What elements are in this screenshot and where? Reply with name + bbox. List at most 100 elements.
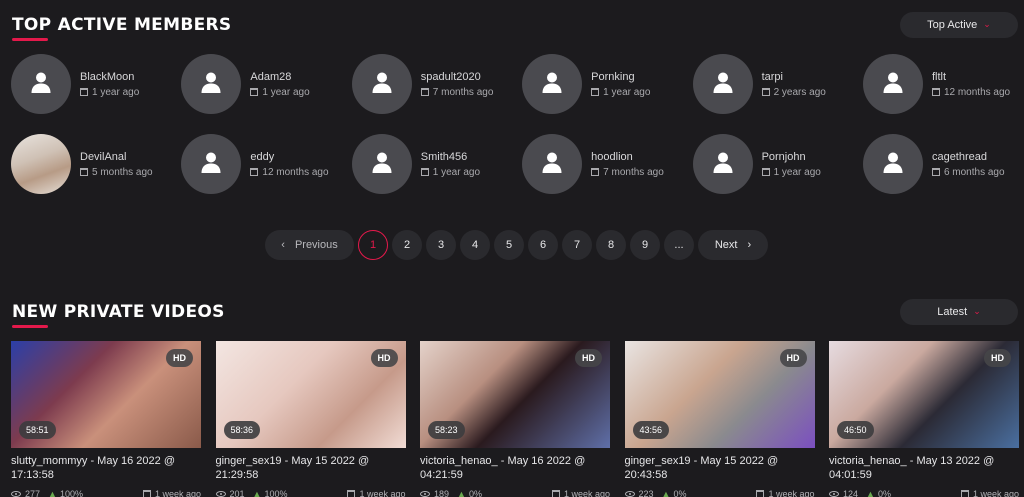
avatar[interactable] xyxy=(692,134,753,194)
avatar[interactable] xyxy=(862,54,923,114)
videos-sort-dropdown[interactable]: Latest ⌄ xyxy=(900,299,1018,325)
video-age: 1 week ago xyxy=(768,489,815,497)
page-button[interactable]: 1 xyxy=(358,230,388,260)
calendar-icon xyxy=(761,88,770,96)
thumbs-up-icon: ▲ xyxy=(866,489,875,497)
video-card[interactable]: HD 58:23 victoria_henao_ - May 16 2022 @ 0… xyxy=(420,341,610,497)
video-title[interactable]: victoria_henao_ - May 16 2022 @ 04:21:59 xyxy=(420,454,610,482)
member-card[interactable]: eddy 12 months ago xyxy=(181,134,351,194)
page-button[interactable]: 9 xyxy=(630,230,660,260)
member-time: 12 months ago xyxy=(262,166,329,178)
chevron-down-icon: ⌄ xyxy=(973,305,981,316)
page-button[interactable]: ... xyxy=(664,230,694,260)
video-thumbnail[interactable]: HD 43:56 xyxy=(624,341,815,448)
video-thumbnail[interactable]: HD 58:23 xyxy=(420,341,610,448)
member-card[interactable]: cagethread 6 months ago xyxy=(862,134,1024,194)
member-card[interactable]: hoodlion 7 months ago xyxy=(522,134,692,194)
member-name[interactable]: Smith456 xyxy=(421,151,480,163)
calendar-icon xyxy=(591,168,600,176)
avatar[interactable] xyxy=(351,54,412,114)
calendar-icon xyxy=(80,168,88,176)
page-button[interactable]: 3 xyxy=(426,230,456,260)
user-icon xyxy=(881,150,905,179)
video-title[interactable]: ginger_sex19 - May 15 2022 @ 20:43:58 xyxy=(625,454,815,482)
user-icon xyxy=(711,150,735,179)
video-meta: 201 ▲ 100% 1 week ago xyxy=(215,489,406,497)
member-name[interactable]: DevilAnal xyxy=(80,151,153,163)
member-card[interactable]: spadult2020 7 months ago xyxy=(351,54,522,114)
video-age: 1 week ago xyxy=(563,489,610,497)
calendar-icon xyxy=(80,88,88,96)
video-duration: 58:36 xyxy=(223,421,261,439)
page-button[interactable]: 4 xyxy=(460,230,490,260)
member-name[interactable]: BlackMoon xyxy=(80,71,139,83)
member-activity: 1 year ago xyxy=(80,87,139,98)
video-title[interactable]: slutty_mommyy - May 16 2022 @ 17:13:58 xyxy=(11,454,201,482)
members-sort-dropdown[interactable]: Top Active ⌄ xyxy=(900,12,1018,38)
member-activity: 1 year ago xyxy=(761,167,821,178)
video-meta: 277 ▲ 100% 1 week ago xyxy=(11,489,201,497)
avatar[interactable] xyxy=(181,54,242,114)
member-name[interactable]: spadult2020 xyxy=(421,71,494,83)
avatar[interactable] xyxy=(181,134,242,194)
view-count: 201 xyxy=(229,489,245,497)
member-time: 12 months ago xyxy=(943,86,1011,98)
avatar[interactable] xyxy=(522,134,583,194)
video-thumbnail[interactable]: HD 58:51 xyxy=(11,341,201,448)
member-name[interactable]: hoodlion xyxy=(591,151,664,163)
chevron-down-icon: ⌄ xyxy=(983,18,991,29)
video-card[interactable]: HD 58:51 slutty_mommyy - May 16 2022 @ 17:… xyxy=(11,341,201,497)
rating: 0% xyxy=(673,489,687,497)
avatar[interactable] xyxy=(522,54,583,114)
video-thumbnail[interactable]: HD 46:50 xyxy=(829,341,1019,448)
avatar[interactable] xyxy=(11,134,71,194)
eye-icon xyxy=(624,491,635,497)
member-name[interactable]: eddy xyxy=(250,151,328,163)
member-activity: 1 year ago xyxy=(420,167,480,178)
member-card[interactable]: Pornjohn 1 year ago xyxy=(692,134,863,194)
member-name[interactable]: Pornking xyxy=(591,71,650,83)
member-activity: 1 year ago xyxy=(591,87,650,98)
member-card[interactable]: Adam28 1 year ago xyxy=(181,54,351,114)
member-time: 1 year ago xyxy=(603,86,651,98)
video-title[interactable]: victoria_henao_ - May 13 2022 @ 04:01:59 xyxy=(829,454,1019,482)
member-time: 7 months ago xyxy=(603,166,664,178)
page-button[interactable]: 8 xyxy=(596,230,626,260)
member-card[interactable]: Smith456 1 year ago xyxy=(351,134,522,194)
video-card[interactable]: HD 58:36 ginger_sex19 - May 15 2022 @ 21:2… xyxy=(215,341,406,497)
video-duration: 58:51 xyxy=(19,421,56,439)
member-name[interactable]: cagethread xyxy=(932,151,1005,163)
user-icon xyxy=(29,70,53,99)
member-card[interactable]: fltlt 12 months ago xyxy=(862,54,1024,114)
calendar-icon xyxy=(551,490,560,497)
video-thumbnail[interactable]: HD 58:36 xyxy=(215,341,406,448)
next-page-button[interactable]: Next › xyxy=(698,230,768,260)
member-time: 1 year ago xyxy=(262,86,310,98)
avatar[interactable] xyxy=(692,54,753,114)
hd-badge: HD xyxy=(370,349,398,367)
page-button[interactable]: 7 xyxy=(562,230,592,260)
member-name[interactable]: tarpi xyxy=(762,71,826,83)
member-name[interactable]: fltlt xyxy=(932,71,1010,83)
member-time: 5 months ago xyxy=(92,166,153,178)
video-title[interactable]: ginger_sex19 - May 15 2022 @ 21:29:58 xyxy=(216,454,406,482)
member-card[interactable]: BlackMoon 1 year ago xyxy=(11,54,181,114)
member-name[interactable]: Adam28 xyxy=(250,71,309,83)
user-icon xyxy=(881,70,905,99)
rating: 0% xyxy=(877,489,891,497)
avatar[interactable] xyxy=(351,134,412,194)
member-card[interactable]: Pornking 1 year ago xyxy=(522,54,692,114)
member-name[interactable]: Pornjohn xyxy=(762,151,821,163)
rating: 100% xyxy=(264,489,288,497)
page-button[interactable]: 5 xyxy=(494,230,524,260)
avatar[interactable] xyxy=(11,54,71,114)
previous-page-button[interactable]: ‹ Previous xyxy=(265,230,354,260)
page-button[interactable]: 2 xyxy=(392,230,422,260)
avatar[interactable] xyxy=(862,134,923,194)
video-card[interactable]: HD 46:50 victoria_henao_ - May 13 2022 @ 0… xyxy=(829,341,1019,497)
calendar-icon xyxy=(250,168,259,176)
video-card[interactable]: HD 43:56 ginger_sex19 - May 15 2022 @ 20:4… xyxy=(624,341,815,497)
member-card[interactable]: DevilAnal 5 months ago xyxy=(11,134,181,194)
page-button[interactable]: 6 xyxy=(528,230,558,260)
member-card[interactable]: tarpi 2 years ago xyxy=(692,54,863,114)
